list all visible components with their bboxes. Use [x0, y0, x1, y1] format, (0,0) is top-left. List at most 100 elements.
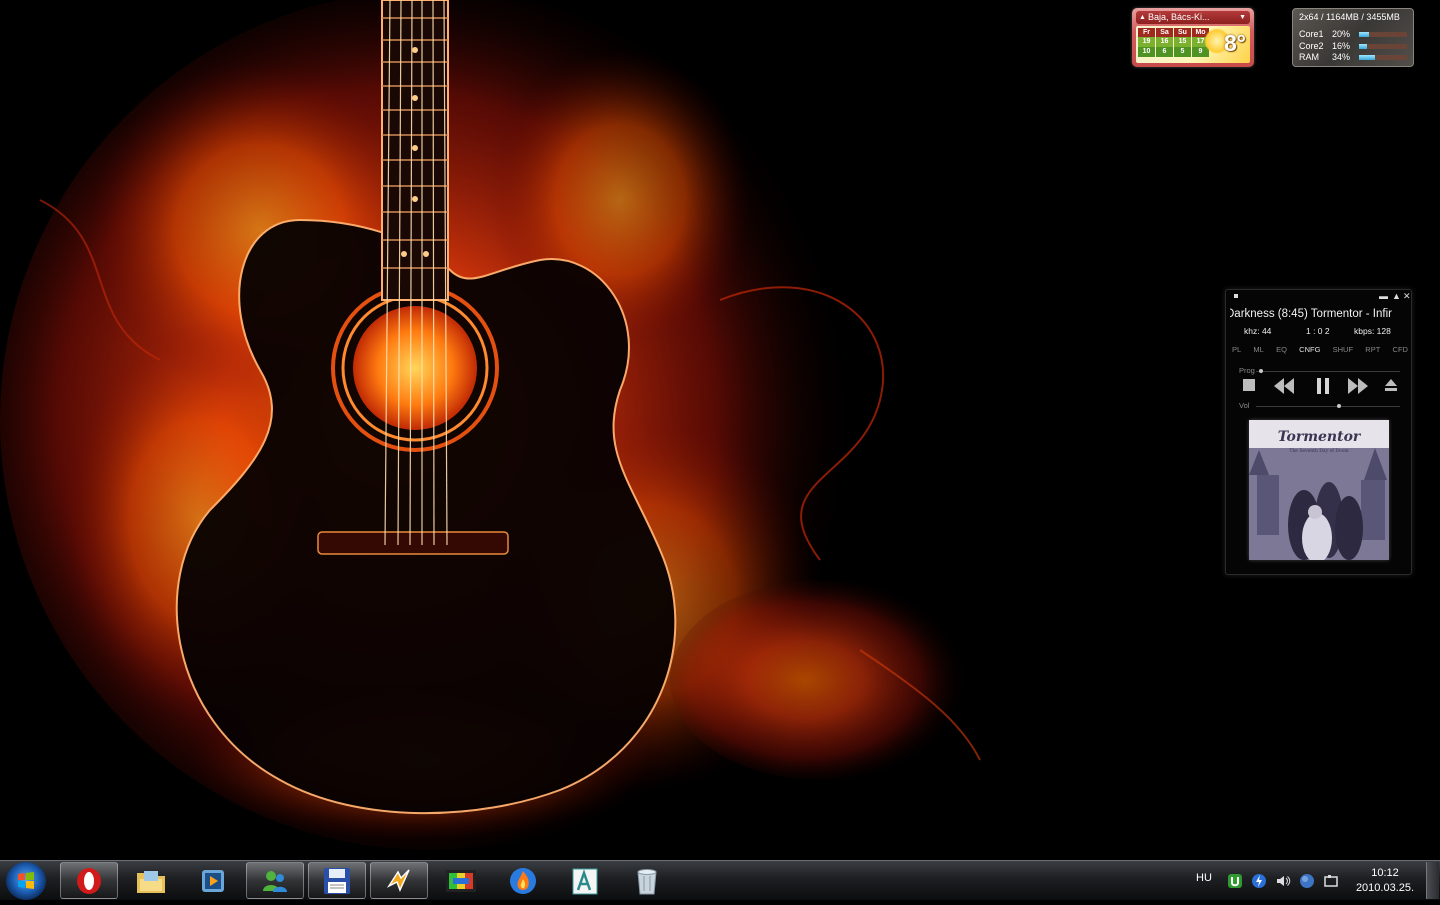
meter-value: 34%	[1332, 52, 1351, 62]
taskbar-font-tool[interactable]	[556, 862, 614, 899]
volume-knob[interactable]	[1336, 404, 1341, 408]
chevron-down-icon[interactable]: ▼	[1239, 11, 1246, 24]
network-globe-icon[interactable]	[1299, 873, 1315, 889]
menu-icon[interactable]	[1234, 294, 1238, 298]
album-art: Tormentor The Seventh Day of Doom	[1249, 420, 1389, 560]
tab-cnfg[interactable]: CNFG	[1299, 345, 1320, 354]
forecast-high: 19	[1138, 37, 1155, 47]
weather-location: Baja, Bács-Ki...	[1148, 12, 1210, 22]
collapse-icon[interactable]: ▲	[1139, 11, 1146, 24]
meter-bar-fill	[1359, 44, 1367, 49]
meter-bar-fill	[1359, 32, 1369, 37]
tab-pl[interactable]: PL	[1232, 345, 1241, 354]
action-center-icon[interactable]	[1323, 873, 1339, 889]
meter-row: RAM 34%	[1299, 52, 1407, 63]
forecast-day-name: Su	[1174, 28, 1191, 37]
taskbar-media-player[interactable]	[184, 862, 242, 899]
cpu-meter-gadget[interactable]: 2x64 / 1164MB / 3455MB Core1 20% Core2 1…	[1292, 8, 1414, 67]
meter-bar	[1359, 44, 1407, 49]
taskbar-messenger[interactable]	[246, 862, 304, 899]
meter-value: 16%	[1332, 41, 1351, 51]
messenger-icon	[263, 870, 287, 892]
clock-time: 10:12	[1371, 867, 1399, 879]
next-icon[interactable]	[1348, 378, 1368, 394]
song-title-marquee[interactable]: Darkness (8:45) Tormentor - Infir	[1230, 308, 1409, 322]
meter-label: Core2	[1299, 41, 1324, 51]
stop-icon[interactable]	[1242, 378, 1256, 392]
volume-label: Vol	[1239, 401, 1250, 410]
volume-icon[interactable]	[1275, 873, 1291, 889]
taskbar-recycle-bin[interactable]	[618, 862, 676, 899]
weather-location-bar[interactable]: ▲ Baja, Bács-Ki... ▼	[1136, 11, 1250, 24]
taskbar-winamp[interactable]	[370, 862, 428, 899]
lightning-icon[interactable]	[1251, 873, 1267, 889]
forecast-days: Fr 19 10 Sa 16 6 Su 15 5 Mo 17 9	[1138, 28, 1209, 57]
tab-eq[interactable]: EQ	[1276, 345, 1287, 354]
utorrent-icon[interactable]	[1227, 873, 1243, 889]
progress-label: Prog	[1239, 366, 1255, 375]
forecast-high: 16	[1156, 37, 1173, 47]
progress-knob[interactable]	[1258, 369, 1263, 373]
taskbar-explorer[interactable]	[122, 862, 180, 899]
clock-date: 2010.03.25.	[1355, 882, 1415, 894]
opera-icon	[77, 867, 101, 894]
pause-icon[interactable]	[1316, 378, 1330, 394]
playback-controls	[1236, 378, 1406, 398]
taskbar-save[interactable]	[308, 862, 366, 899]
forecast-low: 6	[1156, 47, 1173, 57]
meter-label: RAM	[1299, 52, 1319, 62]
close-icon[interactable]: ✕	[1403, 291, 1411, 302]
meter-bar	[1359, 32, 1407, 37]
taskbar-burner[interactable]	[494, 862, 552, 899]
weather-gadget[interactable]: ▲ Baja, Bács-Ki... ▼ Fr 19 10 Sa 16 6 Su…	[1132, 8, 1254, 67]
winamp-icon	[386, 868, 410, 892]
forecast-day: Fr 19 10	[1138, 28, 1155, 57]
forecast-day: Su 15 5	[1174, 28, 1191, 57]
start-button[interactable]	[6, 862, 46, 900]
meter-value: 20%	[1332, 29, 1351, 39]
previous-icon[interactable]	[1274, 378, 1294, 394]
forecast-high: 15	[1174, 37, 1191, 47]
tab-cfd[interactable]: CFD	[1393, 345, 1408, 354]
cpu-meter-title: 2x64 / 1164MB / 3455MB	[1299, 12, 1400, 22]
bitrate: kbps: 128	[1354, 326, 1391, 336]
taskbar-opera[interactable]	[60, 862, 118, 899]
folder-icon	[137, 870, 165, 893]
media-player-widget[interactable]: ▬ ▲ ✕ Darkness (8:45) Tormentor - Infir …	[1225, 289, 1412, 575]
font-document-icon	[572, 868, 598, 894]
sample-rate: khz: 44	[1244, 326, 1272, 336]
taskbar-image-viewer[interactable]	[432, 862, 490, 899]
volume-slider[interactable]	[1256, 404, 1400, 408]
tab-shuf[interactable]: SHUF	[1333, 345, 1353, 354]
burner-flame-icon	[510, 867, 536, 894]
song-title: Darkness (8:45) Tormentor - Infir	[1230, 308, 1392, 320]
show-desktop-button[interactable]	[1426, 862, 1439, 899]
windows-logo-icon	[18, 872, 34, 889]
player-tabs: PL ML EQ CNFG SHUF RPT CFD	[1232, 345, 1408, 354]
weather-forecast-panel: Fr 19 10 Sa 16 6 Su 15 5 Mo 17 9 8°	[1136, 26, 1250, 63]
elapsed-time[interactable]: 1 : 0 2	[1306, 326, 1330, 336]
album-subtitle-text: The Seventh Day of Doom	[1289, 448, 1349, 454]
eject-icon[interactable]	[1384, 378, 1398, 392]
album-cover: Tormentor The Seventh Day of Doom	[1249, 420, 1389, 560]
tab-rpt[interactable]: RPT	[1365, 345, 1380, 354]
desktop-wallpaper	[0, 0, 1440, 860]
forecast-day-name: Fr	[1138, 28, 1155, 37]
shade-icon[interactable]: ▲	[1392, 291, 1401, 301]
recycle-bin-icon	[637, 868, 657, 894]
floppy-disk-icon	[324, 867, 350, 894]
forecast-day: Sa 16 6	[1156, 28, 1173, 57]
album-logo-text: Tormentor	[1278, 429, 1362, 445]
clock[interactable]: 10:12 2010.03.25.	[1350, 866, 1420, 896]
forecast-low: 5	[1174, 47, 1191, 57]
meter-label: Core1	[1299, 29, 1324, 39]
media-player-icon	[202, 869, 224, 892]
taskbar: HU 10:12 2010.03.25.	[0, 860, 1440, 900]
player-titlebar[interactable]: ▬ ▲ ✕	[1226, 290, 1411, 304]
minimize-icon[interactable]: ▬	[1379, 291, 1388, 301]
language-indicator[interactable]: HU	[1196, 872, 1212, 884]
forecast-low: 10	[1138, 47, 1155, 57]
meter-row: Core2 16%	[1299, 41, 1407, 52]
tab-ml[interactable]: ML	[1253, 345, 1263, 354]
progress-slider[interactable]	[1256, 369, 1400, 373]
